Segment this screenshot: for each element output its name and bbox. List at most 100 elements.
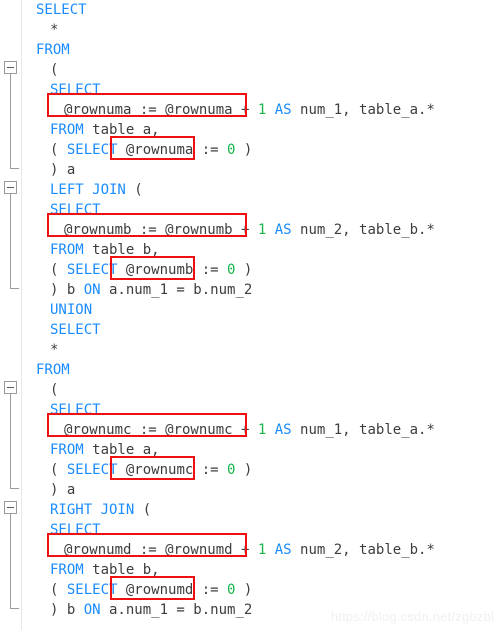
- code-line[interactable]: SELECT: [22, 80, 500, 100]
- fold-collapse-icon[interactable]: [4, 61, 17, 74]
- fold-range-line: [10, 74, 19, 169]
- sql-text: @rownuma :=: [117, 142, 228, 158]
- code-line[interactable]: SELECT: [22, 0, 500, 20]
- sql-keyword: SELECT: [66, 462, 118, 478]
- sql-text: (: [50, 142, 67, 158]
- sql-keyword: SELECT: [50, 402, 101, 418]
- code-line[interactable]: @rownuma := @rownuma + 1 AS num_1, table…: [22, 100, 500, 120]
- code-line[interactable]: RIGHT JOIN (: [22, 500, 500, 520]
- code-line[interactable]: SELECT: [22, 320, 500, 340]
- code-line[interactable]: UNION: [22, 300, 500, 320]
- sql-text: @rownumb := @rownumb: [64, 222, 242, 238]
- code-line[interactable]: @rownumc := @rownumc + 1 AS num_1, table…: [22, 420, 500, 440]
- code-line[interactable]: ) a: [22, 480, 500, 500]
- sql-text: @rownumd := @rownumd: [64, 542, 242, 558]
- sql-text: *: [50, 22, 59, 38]
- code-line[interactable]: *: [22, 20, 500, 40]
- sql-keyword: SELECT: [66, 582, 118, 598]
- sql-keyword: ON: [83, 282, 101, 298]
- sql-code-editor[interactable]: SELECT * FROM(SELECT @rownuma := @rownuma +…: [0, 0, 500, 630]
- fold-gutter[interactable]: [0, 0, 22, 630]
- code-line[interactable]: FROM table_a,: [22, 440, 500, 460]
- code-line[interactable]: @rownumd := @rownumd + 1 AS num_2, table…: [22, 540, 500, 560]
- sql-text: table_a,: [83, 122, 160, 138]
- sql-text: table_a,: [83, 442, 160, 458]
- sql-text: ): [235, 262, 253, 278]
- sql-text: ) a: [50, 482, 76, 498]
- code-line[interactable]: FROM table_b,: [22, 240, 500, 260]
- sql-text: (: [50, 382, 59, 398]
- sql-keyword: SELECT: [50, 202, 101, 218]
- sql-keyword: ON: [83, 602, 101, 618]
- fold-range-line: [10, 194, 19, 289]
- code-content[interactable]: SELECT * FROM(SELECT @rownuma := @rownuma +…: [22, 0, 500, 620]
- sql-text: num_2, table_b.*: [291, 542, 435, 558]
- sql-text: (: [125, 182, 143, 198]
- sql-text: *: [50, 342, 59, 358]
- sql-keyword: SELECT: [50, 322, 101, 338]
- code-line[interactable]: ) a: [22, 160, 500, 180]
- sql-keyword: UNION: [50, 302, 93, 318]
- sql-keyword: SELECT: [66, 142, 118, 158]
- fold-collapse-icon[interactable]: [4, 381, 17, 394]
- fold-collapse-icon[interactable]: [4, 181, 17, 194]
- sql-text: ): [235, 582, 253, 598]
- code-line[interactable]: SELECT: [22, 200, 500, 220]
- code-line[interactable]: ( SELECT @rownuma := 0 ): [22, 140, 500, 160]
- code-line[interactable]: LEFT JOIN (: [22, 180, 500, 200]
- fold-collapse-icon[interactable]: [4, 501, 17, 514]
- sql-keyword: AS: [274, 222, 292, 238]
- sql-text: (: [50, 262, 67, 278]
- sql-keyword: FROM: [50, 442, 84, 458]
- sql-text: +: [241, 102, 258, 118]
- code-line[interactable]: (: [22, 60, 500, 80]
- sql-keyword: SELECT: [50, 82, 101, 98]
- code-line[interactable]: ) b ON a.num_1 = b.num_2: [22, 280, 500, 300]
- code-line[interactable]: SELECT: [22, 400, 500, 420]
- sql-keyword: FROM: [50, 562, 84, 578]
- code-line[interactable]: SELECT: [22, 520, 500, 540]
- sql-text: a.num_1 = b.num_2: [100, 602, 253, 618]
- sql-text: ) b: [50, 602, 84, 618]
- sql-text: (: [50, 582, 67, 598]
- sql-text: num_1, table_a.*: [291, 422, 435, 438]
- watermark-text: https://blog.csdn.net/zgbzbl: [330, 609, 494, 624]
- sql-keyword: AS: [274, 422, 292, 438]
- sql-text: ): [235, 462, 253, 478]
- code-line[interactable]: ( SELECT @rownumb := 0 ): [22, 260, 500, 280]
- code-line[interactable]: *: [22, 340, 500, 360]
- sql-text: @rownumd :=: [117, 582, 228, 598]
- code-line[interactable]: FROM: [22, 40, 500, 60]
- code-line[interactable]: ( SELECT @rownumc := 0 ): [22, 460, 500, 480]
- sql-keyword: SELECT: [50, 522, 101, 538]
- sql-keyword: SELECT: [36, 2, 87, 18]
- sql-keyword: AS: [274, 102, 292, 118]
- sql-keyword: LEFT JOIN: [50, 182, 126, 198]
- sql-text: num_2, table_b.*: [291, 222, 435, 238]
- fold-range-line: [10, 514, 19, 609]
- sql-text: (: [50, 62, 59, 78]
- code-line[interactable]: ( SELECT @rownumd := 0 ): [22, 580, 500, 600]
- sql-text: (: [134, 502, 152, 518]
- code-line[interactable]: FROM: [22, 360, 500, 380]
- sql-text: +: [241, 542, 258, 558]
- sql-keyword: FROM: [50, 242, 84, 258]
- sql-keyword: SELECT: [66, 262, 118, 278]
- sql-text: ) b: [50, 282, 84, 298]
- sql-keyword: FROM: [36, 42, 70, 58]
- fold-range-line: [10, 394, 19, 489]
- sql-text: (: [50, 462, 67, 478]
- sql-text: a.num_1 = b.num_2: [100, 282, 253, 298]
- code-line[interactable]: FROM table_b,: [22, 560, 500, 580]
- code-line[interactable]: FROM table_a,: [22, 120, 500, 140]
- sql-text: table_b,: [83, 562, 160, 578]
- sql-text: num_1, table_a.*: [291, 102, 435, 118]
- code-line[interactable]: @rownumb := @rownumb + 1 AS num_2, table…: [22, 220, 500, 240]
- code-line[interactable]: (: [22, 380, 500, 400]
- sql-text: @rownuma := @rownuma: [64, 102, 242, 118]
- sql-text: @rownumc :=: [117, 462, 228, 478]
